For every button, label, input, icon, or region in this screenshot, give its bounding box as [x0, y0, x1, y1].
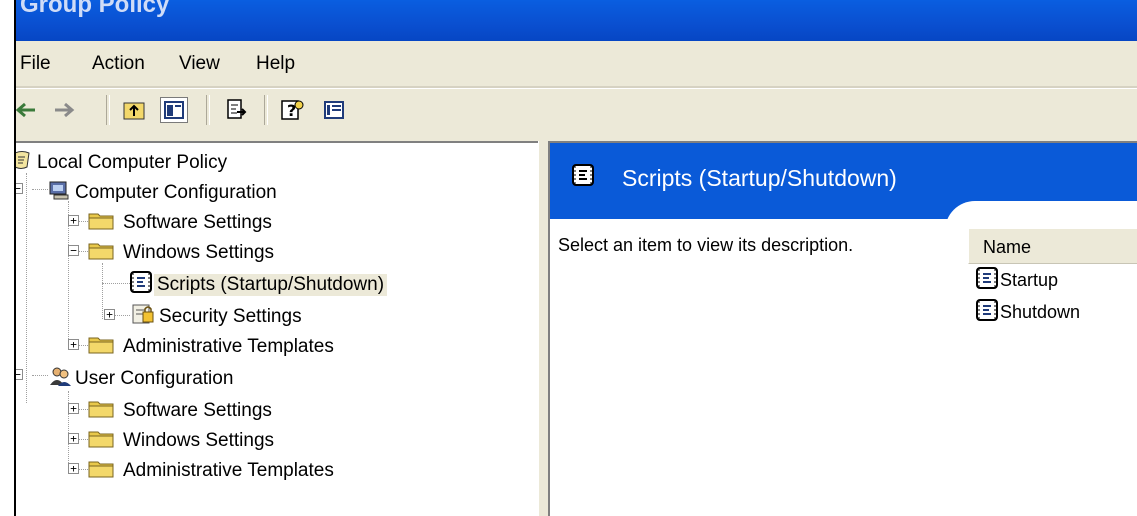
toolbar-separator [206, 95, 210, 125]
tree-label: Administrative Templates [123, 460, 334, 481]
menu-help[interactable]: Help [256, 53, 295, 75]
collapse-icon[interactable]: − [16, 183, 23, 194]
expand-icon[interactable]: + [68, 403, 79, 414]
expand-icon[interactable]: + [68, 463, 79, 474]
expand-icon[interactable]: + [68, 433, 79, 444]
tree-node-computer-configuration[interactable]: Computer Configuration [48, 179, 280, 207]
expand-icon[interactable]: + [68, 339, 79, 350]
tree-label: Scripts (Startup/Shutdown) [154, 274, 388, 296]
collapse-icon[interactable]: − [16, 369, 23, 380]
menu-file[interactable]: File [20, 53, 51, 75]
expand-icon[interactable]: + [68, 215, 79, 226]
toolbar-separator [264, 95, 268, 125]
list-item-label: Shutdown [1000, 301, 1081, 322]
title-bar[interactable]: Group Policy [16, 0, 1137, 41]
tree-node-administrative-templates[interactable]: Administrative Templates [88, 333, 337, 361]
tree-label: User Configuration [75, 368, 234, 389]
tree-connector [102, 283, 130, 284]
tree-node-user-configuration[interactable]: User Configuration [48, 365, 236, 393]
tree-node-user-windows-settings[interactable]: Windows Settings [88, 427, 277, 455]
tree-node-security-settings[interactable]: Security Settings [130, 303, 305, 331]
list-item-startup[interactable]: Startup [974, 265, 1058, 295]
folder-icon [88, 240, 120, 266]
script-icon [974, 266, 1000, 295]
window-title: Group Policy [20, 0, 170, 18]
tree-node-user-software-settings[interactable]: Software Settings [88, 397, 275, 425]
menu-action[interactable]: Action [92, 53, 145, 75]
script-icon [974, 298, 1000, 327]
folder-icon [88, 334, 120, 360]
script-icon [570, 163, 596, 192]
tree-node-root[interactable]: Local Computer Policy [16, 149, 230, 177]
tree-label: Software Settings [123, 400, 272, 421]
window: Group Policy File Action View Help ? Loc… [14, 0, 1137, 516]
details-title: Scripts (Startup/Shutdown) [622, 165, 897, 191]
forward-arrow-icon[interactable] [50, 97, 78, 123]
policy-scroll-icon [16, 149, 34, 177]
tree-label: Software Settings [123, 212, 272, 233]
menu-view[interactable]: View [179, 53, 220, 75]
tree-label: Administrative Templates [123, 336, 334, 357]
security-lock-icon [130, 302, 156, 332]
tree-label: Security Settings [159, 306, 302, 327]
details-pane: Scripts (Startup/Shutdown) Select an ite… [548, 141, 1137, 516]
tree-node-user-administrative-templates[interactable]: Administrative Templates [88, 457, 337, 485]
help-icon[interactable]: ? [278, 97, 306, 123]
tree-connector [102, 263, 103, 319]
expand-icon[interactable]: + [104, 309, 115, 320]
export-list-icon[interactable] [222, 97, 250, 123]
folder-icon [88, 428, 120, 454]
tree-label: Computer Configuration [75, 182, 277, 203]
tree-node-scripts-startup-shutdown[interactable]: Scripts (Startup/Shutdown) [128, 270, 388, 300]
tree-connector [32, 375, 48, 376]
script-icon [128, 270, 154, 300]
show-hide-tree-icon[interactable] [160, 97, 188, 123]
description-text: Select an item to view its description. [558, 235, 854, 255]
tree-label: Windows Settings [123, 430, 275, 451]
tree-label: Windows Settings [123, 242, 275, 263]
toolbar: ? [16, 89, 1137, 133]
tree-node-software-settings[interactable]: Software Settings [88, 209, 275, 237]
list-item-label: Startup [1000, 269, 1059, 290]
list-item-shutdown[interactable]: Shutdown [974, 297, 1080, 327]
up-folder-icon[interactable] [120, 97, 148, 123]
tree-connector [26, 173, 27, 403]
collapse-icon[interactable]: − [68, 245, 79, 256]
action-pane-icon[interactable] [320, 97, 348, 123]
details-banner: Scripts (Startup/Shutdown) [550, 143, 1137, 241]
content-area: Local Computer Policy − Computer Configu… [16, 141, 1137, 516]
tree-connector [32, 189, 48, 190]
column-header-label: Name [983, 237, 1032, 257]
menu-bar: File Action View Help [16, 43, 1137, 85]
tree-node-windows-settings[interactable]: Windows Settings [88, 239, 277, 267]
folder-icon [88, 458, 120, 484]
toolbar-separator [106, 95, 110, 125]
folder-icon [88, 210, 120, 236]
computer-icon [48, 179, 72, 207]
back-arrow-icon[interactable] [16, 97, 40, 123]
column-header-name[interactable]: Name [968, 229, 1137, 264]
tree-pane[interactable]: Local Computer Policy − Computer Configu… [16, 141, 538, 516]
tree-label: Local Computer Policy [37, 152, 228, 173]
users-icon [48, 365, 72, 393]
folder-icon [88, 398, 120, 424]
